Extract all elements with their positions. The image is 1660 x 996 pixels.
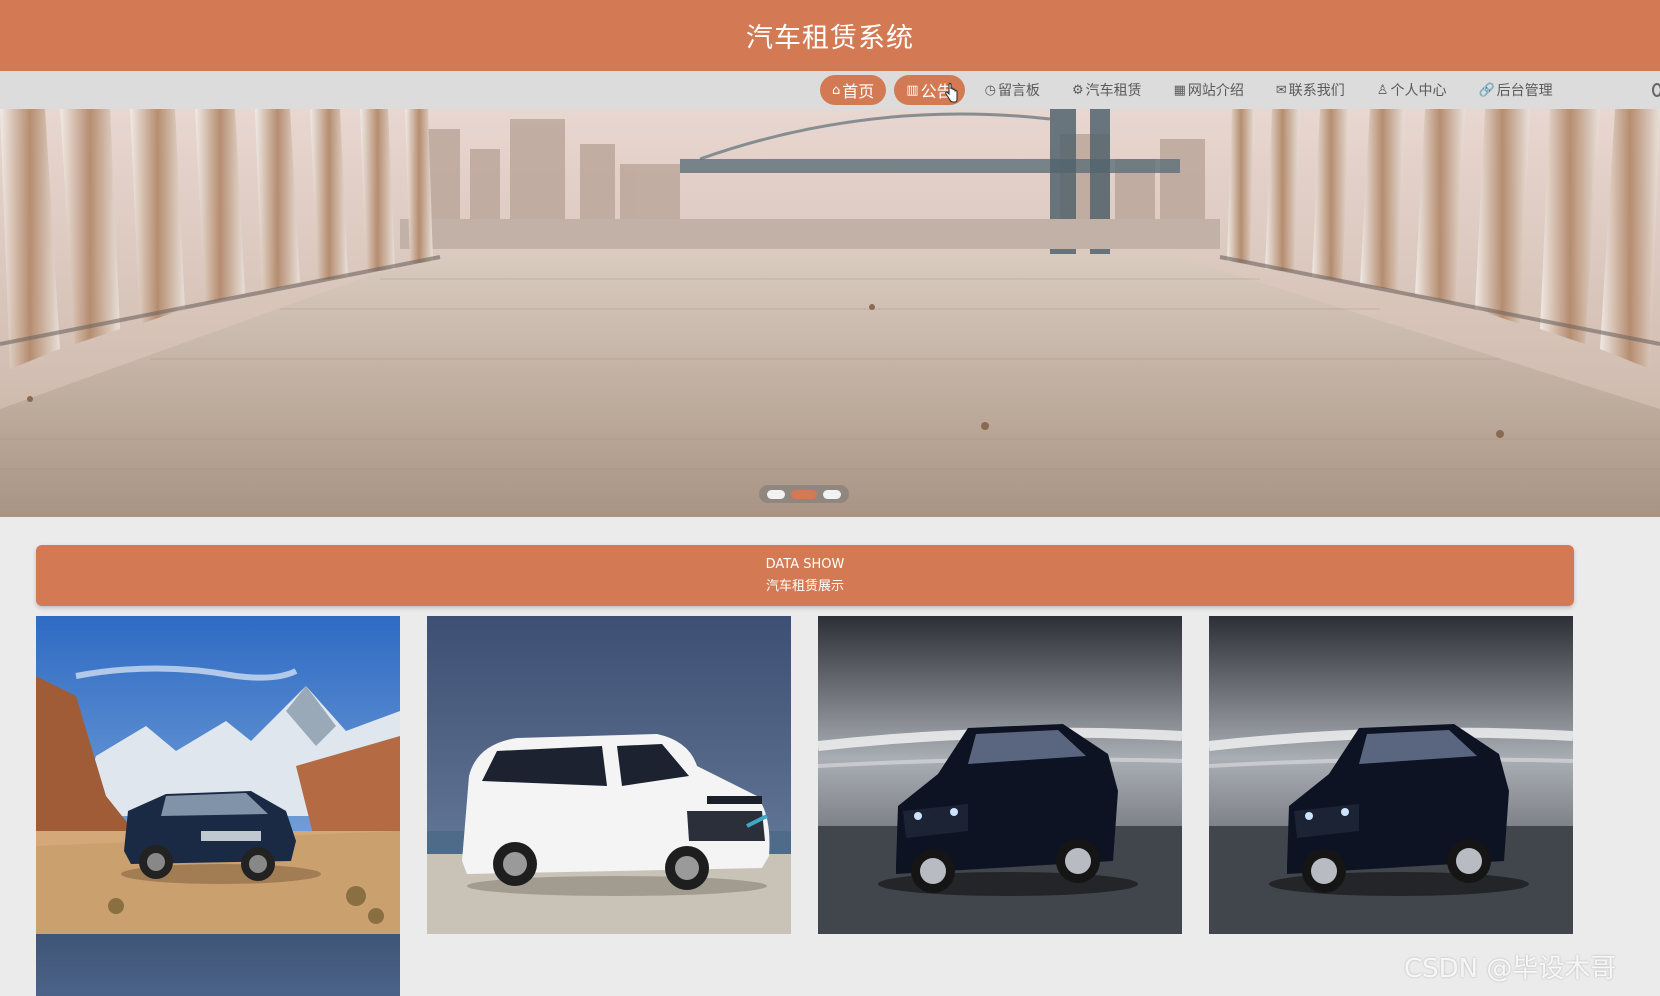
nav-item-user-center[interactable]: ♙ 个人中心: [1365, 75, 1459, 105]
link-icon: 🔗: [1478, 82, 1495, 98]
car-card[interactable]: [1209, 616, 1573, 934]
section-header: DATA SHOW 汽车租赁展示: [36, 545, 1574, 606]
message-icon: ◷: [984, 82, 996, 98]
nav-item-admin[interactable]: 🔗 后台管理: [1466, 75, 1564, 105]
carousel-dot[interactable]: [767, 489, 785, 499]
car-image: [818, 616, 1182, 934]
nav-item-label: 汽车租赁: [1085, 83, 1142, 99]
section-title-cn: 汽车租赁展示: [765, 579, 844, 594]
car-card[interactable]: [36, 616, 400, 934]
car-card[interactable]: [818, 616, 1182, 934]
car-image: [36, 616, 400, 934]
site-header: 汽车租赁系统: [0, 0, 1660, 71]
nav-item-label: 网站介绍: [1187, 83, 1244, 99]
carousel-slide-image: [0, 109, 1660, 517]
nav-overflow-icon[interactable]: [1652, 83, 1660, 97]
nav-item-label: 联系我们: [1288, 83, 1345, 99]
nav-item-site-intro[interactable]: ▦ 网站介绍: [1162, 75, 1256, 105]
carousel-indicators: [759, 485, 849, 503]
watermark: CSDN @毕设木哥: [1404, 954, 1617, 984]
nav-item-label: 留言板: [997, 83, 1040, 99]
hand-cursor-icon: [945, 83, 958, 103]
car-card[interactable]: [36, 934, 400, 996]
site-intro-icon: ▦: [1173, 82, 1186, 98]
nav-item-car-rental[interactable]: ⚙ 汽车租赁: [1060, 75, 1154, 105]
section-title-en: DATA SHOW: [765, 557, 845, 572]
car-card[interactable]: [427, 616, 791, 934]
hero-carousel[interactable]: [0, 109, 1660, 517]
contact-icon: ✉: [1275, 82, 1287, 98]
carousel-dot[interactable]: [823, 489, 841, 499]
main-nav: ⌂ 首页 ▥ 公告 ◷ 留言板 ⚙ 汽车租赁 ▦ 网站介绍 ✉ 联系我们 ♙ 个…: [0, 71, 1660, 109]
nav-item-notice[interactable]: ▥ 公告: [894, 75, 965, 105]
carousel-dot-active[interactable]: [791, 489, 817, 499]
user-icon: ♙: [1376, 82, 1389, 98]
home-icon: ⌂: [832, 82, 841, 98]
nav-item-label: 首页: [842, 82, 875, 101]
car-image: [1209, 616, 1573, 934]
site-title: 汽车租赁系统: [746, 23, 914, 54]
car-rent-icon: ⚙: [1071, 82, 1084, 98]
car-image: [427, 616, 791, 934]
nav-item-message-board[interactable]: ◷ 留言板: [973, 75, 1052, 105]
nav-item-label: 后台管理: [1496, 83, 1553, 99]
nav-item-home[interactable]: ⌂ 首页: [820, 75, 887, 105]
nav-item-label: 个人中心: [1390, 83, 1447, 99]
nav-item-contact[interactable]: ✉ 联系我们: [1264, 75, 1357, 105]
notice-icon: ▥: [906, 82, 919, 98]
